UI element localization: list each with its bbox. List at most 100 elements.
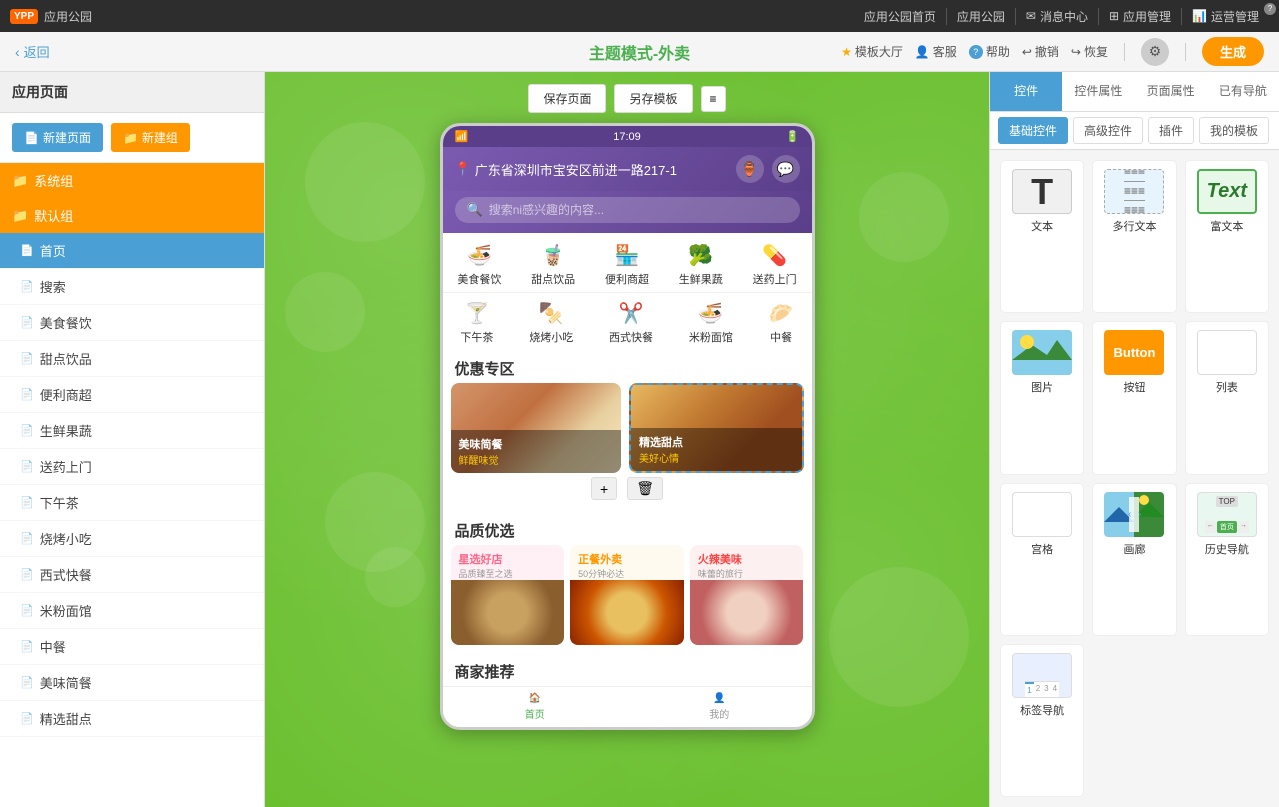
nav-link-home[interactable]: 应用公园首页	[854, 8, 947, 25]
nav-link-messages[interactable]: ✉ 消息中心	[1016, 8, 1099, 25]
tab-page-properties[interactable]: 页面属性	[1135, 72, 1207, 111]
tea-icon: 🍸	[464, 301, 489, 326]
canvas-settings-btn[interactable]: ≡	[701, 86, 726, 112]
sidebar-item-selected-dessert[interactable]: 📄 精选甜点	[0, 701, 264, 737]
subtab-advanced[interactable]: 高级控件	[1073, 117, 1143, 144]
bbq-icon: 🍢	[539, 301, 564, 326]
sidebar-item-convenience[interactable]: 📄 便利商超	[0, 377, 264, 413]
back-button[interactable]: 返回	[24, 42, 50, 61]
sidebar-item-search[interactable]: 📄 搜索	[0, 269, 264, 305]
widget-richtext[interactable]: Text 富文本	[1185, 160, 1269, 313]
subtab-my-template[interactable]: 我的模板	[1199, 117, 1269, 144]
widget-button[interactable]: Button 按钮	[1092, 321, 1176, 474]
quality-card-1[interactable]: 星选好店 品质臻至之选	[451, 545, 565, 645]
page-icon-simple-meal: 📄	[20, 676, 34, 689]
settings-icon[interactable]: ⚙	[1141, 38, 1169, 66]
category-item-food[interactable]: 🍜 美食餐饮	[457, 243, 501, 287]
widget-history-nav[interactable]: TOP ← 首页 → 历史导航	[1185, 483, 1269, 636]
promo-add-btn[interactable]: +	[591, 477, 617, 500]
quality-sub-3: 味蕾的旅行	[698, 567, 796, 580]
new-group-button[interactable]: 📁 新建组	[111, 123, 190, 152]
sidebar-item-dessert[interactable]: 📄 甜点饮品	[0, 341, 264, 377]
sidebar-group-default[interactable]: 📁 默认组	[0, 198, 264, 233]
save-as-template-button[interactable]: 另存模板	[614, 84, 692, 113]
sidebar-item-noodles[interactable]: 📄 米粉面馆	[0, 593, 264, 629]
sidebar-item-western[interactable]: 📄 西式快餐	[0, 557, 264, 593]
sidebar-item-chinese[interactable]: 📄 中餐	[0, 629, 264, 665]
template-hall-btn[interactable]: ★ 模板大厅	[841, 43, 903, 60]
promo-card-2[interactable]: 精选甜点 美好心情	[629, 383, 804, 473]
tab-controls[interactable]: 控件	[990, 72, 1062, 111]
page-icon-medicine: 📄	[20, 460, 34, 473]
category-item-dessert[interactable]: 🧋 甜点饮品	[531, 243, 575, 287]
customer-service-btn[interactable]: 👤 客服	[915, 43, 957, 60]
folder-icon-2: 📁	[12, 208, 28, 224]
widget-tabs-nav[interactable]: 1 2 3 4 标签导航	[1000, 644, 1084, 797]
search-input-wrap[interactable]: 🔍	[455, 197, 800, 223]
nav-link-app[interactable]: 应用公园	[947, 8, 1016, 25]
quality-card-2[interactable]: 正餐外卖 50分钟必达	[570, 545, 684, 645]
sidebar-item-bbq[interactable]: 📄 烧烤小吃	[0, 521, 264, 557]
tab-control-properties[interactable]: 控件属性	[1062, 72, 1134, 111]
promo-delete-btn[interactable]: 🗑	[627, 477, 663, 500]
sidebar-group-system[interactable]: 📁 系统组	[0, 163, 264, 198]
save-page-button[interactable]: 保存页面	[528, 84, 606, 113]
chat-icon[interactable]: 💬	[772, 155, 800, 183]
tab-navigation[interactable]: 已有导航	[1207, 72, 1279, 111]
sidebar-item-medicine[interactable]: 📄 送药上门	[0, 449, 264, 485]
sidebar-item-food[interactable]: 📄 美食餐饮	[0, 305, 264, 341]
promo-card-1[interactable]: 美味简餐 鲜醒味觉	[451, 383, 622, 473]
widget-grid: T 文本 ≡≡≡ ≡≡≡ ≡≡≡ ? 多行文本 Text 富文本	[990, 150, 1279, 807]
widget-grid-item[interactable]: 宫格	[1000, 483, 1084, 636]
bottom-nav-profile[interactable]: 👤 我的	[709, 693, 729, 721]
new-page-button[interactable]: 📄 新建页面	[12, 123, 103, 152]
promo-area: 美味简餐 鲜醒味觉 精选甜点 美好心情 + 🗑	[443, 383, 812, 512]
category-item-convenience[interactable]: 🏪 便利商超	[605, 243, 649, 287]
undo-btn[interactable]: ↩ 撤销	[1022, 43, 1059, 60]
category-item-tea[interactable]: 🍸 下午茶	[460, 301, 493, 345]
widget-multitext[interactable]: ≡≡≡ ≡≡≡ ≡≡≡ ? 多行文本	[1092, 160, 1176, 313]
widget-list[interactable]: 列表	[1185, 321, 1269, 474]
widget-text[interactable]: T 文本	[1000, 160, 1084, 313]
widget-tabs-nav-label: 标签导航	[1020, 702, 1064, 718]
bottom-nav-home[interactable]: 🏠 首页	[525, 693, 545, 721]
category-item-bbq[interactable]: 🍢 烧烤小吃	[529, 301, 573, 345]
category-item-chinese[interactable]: 🥟 中餐	[769, 301, 794, 345]
category-item-western[interactable]: ✂️ 西式快餐	[609, 301, 653, 345]
folder-add-icon: 📁	[123, 131, 138, 145]
widget-history-nav-label: 历史导航	[1205, 541, 1249, 557]
bg-decoration2	[285, 272, 365, 352]
location-pin-icon: 📍	[455, 161, 471, 177]
widget-image-icon	[1012, 330, 1072, 375]
page-icon-search: 📄	[20, 280, 34, 293]
cup-icon[interactable]: 🏺	[736, 155, 764, 183]
help-btn[interactable]: ? 帮助	[969, 43, 1010, 60]
redo-icon: ↪	[1071, 45, 1081, 59]
sidebar-item-afternoon-tea[interactable]: 📄 下午茶	[0, 485, 264, 521]
phone-search-bar: 🔍	[443, 191, 812, 233]
nav-link-app-management[interactable]: ⊞ 应用管理	[1099, 8, 1182, 25]
page-icon-fresh: 📄	[20, 424, 34, 437]
category-item-fresh[interactable]: 🥦 生鲜果蔬	[679, 243, 723, 287]
promo-section-title: 优惠专区	[443, 350, 812, 383]
noodles-icon: 🍜	[698, 301, 723, 326]
subtab-basic[interactable]: 基础控件	[998, 117, 1068, 144]
quality-card-3[interactable]: 火辣美味 味蕾的旅行	[690, 545, 804, 645]
page-icon-home: 📄	[20, 244, 34, 257]
sidebar-item-simple-meal[interactable]: 📄 美味简餐	[0, 665, 264, 701]
right-panel-tabs: 控件 控件属性 页面属性 已有导航	[990, 72, 1279, 112]
sidebar-item-home[interactable]: 📄 首页	[0, 233, 264, 269]
widget-image-label: 图片	[1031, 379, 1053, 395]
search-input[interactable]	[489, 203, 788, 217]
right-panel: 控件 控件属性 页面属性 已有导航 基础控件 高级控件 插件 我的模板 T 文本…	[989, 72, 1279, 807]
generate-button[interactable]: 生成	[1202, 37, 1264, 66]
nav-link-operations[interactable]: 📊 运营管理	[1182, 8, 1269, 25]
widget-image[interactable]: 图片	[1000, 321, 1084, 474]
widget-gallery[interactable]: ‹ › 画廊	[1092, 483, 1176, 636]
svg-text:‹: ‹	[1128, 509, 1131, 520]
sidebar-item-fresh[interactable]: 📄 生鲜果蔬	[0, 413, 264, 449]
category-item-medicine[interactable]: 💊 送药上门	[753, 243, 797, 287]
category-item-noodles[interactable]: 🍜 米粉面馆	[689, 301, 733, 345]
redo-btn[interactable]: ↪ 恢复	[1071, 43, 1108, 60]
subtab-plugin[interactable]: 插件	[1148, 117, 1194, 144]
